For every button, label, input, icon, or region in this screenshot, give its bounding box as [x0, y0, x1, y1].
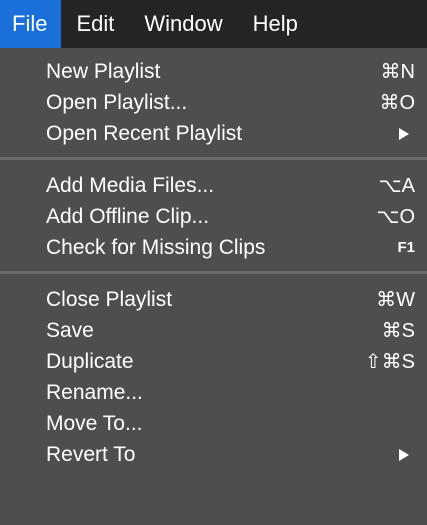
menu-item-new-playlist[interactable]: New Playlist ⌘N — [0, 56, 427, 87]
menu-item-label: Add Media Files... — [46, 173, 215, 197]
menu-item-label: Close Playlist — [46, 287, 173, 311]
menu-item-label: Duplicate — [46, 349, 134, 373]
menu-item-revert-to[interactable]: Revert To — [0, 439, 427, 470]
menu-item-shortcut: ⌘O — [379, 92, 415, 114]
menu-bar: File Edit Window Help — [0, 0, 427, 48]
menu-group-manage: Close Playlist ⌘W Save ⌘S Duplicate ⇧⌘S … — [0, 276, 427, 476]
menu-item-rename[interactable]: Rename... — [0, 377, 427, 408]
menu-edit[interactable]: Edit — [61, 0, 129, 48]
menu-item-label: Check for Missing Clips — [46, 235, 266, 259]
menu-item-shortcut: ⌘S — [381, 320, 415, 342]
menu-item-label: Open Recent Playlist — [46, 121, 243, 145]
menu-item-shortcut: ⇧⌘S — [364, 351, 415, 373]
file-menu-dropdown: New Playlist ⌘N Open Playlist... ⌘O Open… — [0, 48, 427, 525]
menu-item-label: Move To... — [46, 411, 143, 435]
menu-file[interactable]: File — [0, 0, 62, 48]
menu-group-media: Add Media Files... ⌥A Add Offline Clip..… — [0, 162, 427, 269]
menu-item-label: Rename... — [46, 380, 143, 404]
submenu-arrow-icon — [399, 127, 409, 140]
menu-item-label: Open Playlist... — [46, 90, 188, 114]
menu-item-move-to[interactable]: Move To... — [0, 408, 427, 439]
menu-help[interactable]: Help — [238, 0, 313, 48]
menu-item-shortcut: ⌥O — [376, 206, 415, 228]
menu-item-label: Save — [46, 318, 94, 342]
menu-item-shortcut: ⌘N — [380, 61, 415, 83]
menu-item-label: Revert To — [46, 442, 136, 466]
menu-item-label: Add Offline Clip... — [46, 204, 210, 228]
menu-group-playlist: New Playlist ⌘N Open Playlist... ⌘O Open… — [0, 48, 427, 155]
menu-item-add-media-files[interactable]: Add Media Files... ⌥A — [0, 170, 427, 201]
menu-separator — [0, 157, 427, 160]
menu-item-shortcut: ⌥A — [378, 175, 415, 197]
menu-item-close-playlist[interactable]: Close Playlist ⌘W — [0, 284, 427, 315]
menu-item-save[interactable]: Save ⌘S — [0, 315, 427, 346]
menu-item-label: New Playlist — [46, 59, 161, 83]
menu-item-open-playlist[interactable]: Open Playlist... ⌘O — [0, 87, 427, 118]
menu-item-check-missing-clips[interactable]: Check for Missing Clips F1 — [0, 232, 427, 263]
menu-item-add-offline-clip[interactable]: Add Offline Clip... ⌥O — [0, 201, 427, 232]
submenu-arrow-icon — [399, 448, 409, 461]
menu-item-shortcut: F1 — [397, 239, 415, 256]
menu-item-duplicate[interactable]: Duplicate ⇧⌘S — [0, 346, 427, 377]
menu-window[interactable]: Window — [129, 0, 237, 48]
menu-separator — [0, 271, 427, 274]
menu-item-shortcut: ⌘W — [376, 289, 415, 311]
menu-item-open-recent-playlist[interactable]: Open Recent Playlist — [0, 118, 427, 149]
